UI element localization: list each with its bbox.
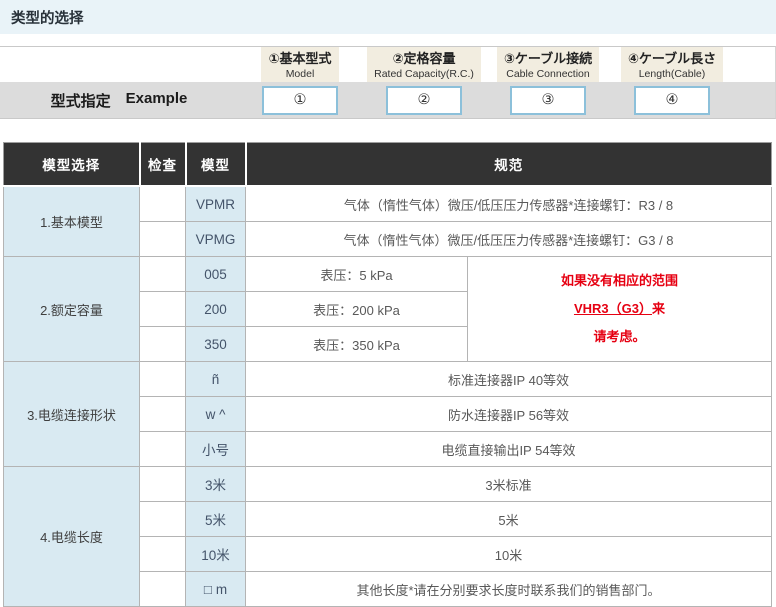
check-cell [140,467,186,502]
check-cell [140,257,186,292]
check-cell [140,186,186,222]
code-box-1: ① [262,86,338,115]
model-code-cell: VPMG [186,222,246,257]
section-label-basic-model: 1.基本模型 [4,186,140,257]
model-code-cell: w ^ [186,397,246,432]
check-cell [140,362,186,397]
model-code-cell: 3米 [186,467,246,502]
header-rated-capacity-subtitle: Rated Capacity(R.C.) [374,68,474,80]
check-cell [140,327,186,362]
section-label-cable-length: 4.电缆长度 [4,467,140,607]
col-header-model: 模型 [186,143,246,187]
code-header-row: ①基本型式 Model ②定格容量 Rated Capacity(R.C.) ③… [0,47,775,82]
selection-table: 模型选择 检查 模型 规范 1.基本模型 VPMR 气体（惰性气体）微压/低压压… [3,142,772,607]
range-note-line3: 请考虑。 [472,323,767,351]
model-code-cell: 小号 [186,432,246,467]
check-cell [140,222,186,257]
col-header-check: 检查 [140,143,186,187]
header-basic-model: ①基本型式 Model [261,47,338,82]
table-row: 4.电缆长度 3米 3米标准 [4,467,772,502]
spec-cell: 10米 [246,537,772,572]
example-row: 型式指定 Example ① ② ③ ④ [0,82,775,118]
section-label-rated-capacity: 2.额定容量 [4,257,140,362]
model-code-cell: 10米 [186,537,246,572]
check-cell [140,502,186,537]
header-cable-connection-title: ③ケーブル接続 [504,50,592,68]
spec-cell: 表压：200 kPa [246,292,468,327]
spec-cell: 表压：5 kPa [246,257,468,292]
col-header-spec: 规范 [246,143,772,187]
spec-cell: 气体（惰性气体）微压/低压压力传感器*连接螺钉：R3 / 8 [246,186,772,222]
page-title-text: 类型的选择 [11,7,84,28]
header-basic-model-subtitle: Model [268,68,331,80]
header-cable-length-subtitle: Length(Cable) [628,68,716,80]
header-rated-capacity-title: ②定格容量 [374,50,474,68]
header-basic-model-title: ①基本型式 [268,50,331,68]
check-cell [140,537,186,572]
code-box-3: ③ [510,86,586,115]
header-cable-length: ④ケーブル長さ Length(Cable) [621,47,723,82]
spec-cell: 其他长度*请在分别要求长度时联系我们的销售部门。 [246,572,772,607]
header-cable-connection: ③ケーブル接続 Cable Connection [497,47,599,82]
model-code-cell: 5米 [186,502,246,537]
spec-cell: 防水连接器IP 56等效 [246,397,772,432]
example-label: 型式指定 Example [51,90,188,111]
model-code-cell: VPMR [186,186,246,222]
code-box-4: ④ [634,86,710,115]
model-code-cell: 005 [186,257,246,292]
col-header-model-selection: 模型选择 [4,143,140,187]
model-code-cell: 350 [186,327,246,362]
spec-cell: 3米标准 [246,467,772,502]
table-row: 2.额定容量 005 表压：5 kPa 如果没有相应的范围 VHR3（G3）来 … [4,257,772,292]
code-header-spacer [0,47,238,82]
header-cable-length-title: ④ケーブル長さ [628,50,716,68]
header-cable-connection-subtitle: Cable Connection [504,68,592,80]
model-code-cell: ñ [186,362,246,397]
check-cell [140,292,186,327]
code-box-2: ② [386,86,462,115]
range-note: 如果没有相应的范围 VHR3（G3）来 请考虑。 [468,257,772,362]
range-note-after-link: 来 [652,301,665,316]
model-designation-panel: ①基本型式 Model ②定格容量 Rated Capacity(R.C.) ③… [0,46,776,119]
spec-cell: 5米 [246,502,772,537]
spec-cell: 标准连接器IP 40等效 [246,362,772,397]
example-label-cjk: 型式指定 [51,90,111,111]
model-code-cell: 200 [186,292,246,327]
range-note-line1: 如果没有相应的范围 [472,267,767,295]
header-rated-capacity: ②定格容量 Rated Capacity(R.C.) [367,47,481,82]
table-row: 3.电缆连接形状 ñ 标准连接器IP 40等效 [4,362,772,397]
page-title: 类型的选择 [0,0,776,34]
model-code-cell: □ m [186,572,246,607]
example-label-en: Example [126,90,188,111]
spec-cell: 电缆直接输出IP 54等效 [246,432,772,467]
check-cell [140,572,186,607]
table-row: 1.基本模型 VPMR 气体（惰性气体）微压/低压压力传感器*连接螺钉：R3 /… [4,186,772,222]
range-note-line2: VHR3（G3）来 [472,295,767,323]
vhr3-link[interactable]: VHR3（G3） [574,301,652,316]
check-cell [140,397,186,432]
section-label-cable-connection: 3.电缆连接形状 [4,362,140,467]
spec-cell: 表压：350 kPa [246,327,468,362]
check-cell [140,432,186,467]
table-header-row: 模型选择 检查 模型 规范 [4,143,772,187]
spec-cell: 气体（惰性气体）微压/低压压力传感器*连接螺钉：G3 / 8 [246,222,772,257]
